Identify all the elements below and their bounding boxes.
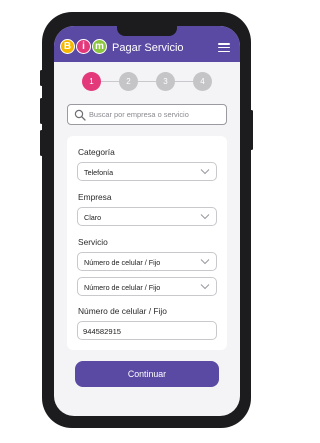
categoria-value: Telefonía [84,168,114,177]
search-box[interactable] [67,104,227,125]
step-2: 2 [119,72,138,91]
phone-volume-down-button [40,130,43,156]
page-title: Pagar Servicio [112,42,184,54]
bim-logo: B i m [60,39,107,55]
empresa-label: Empresa [78,192,112,202]
empresa-value: Claro [84,213,102,222]
logo-letter-m: m [92,39,107,54]
phone-volume-up-button [40,98,43,124]
categoria-select[interactable]: Telefonía [77,162,217,181]
empresa-select[interactable]: Claro [77,207,217,226]
search-icon [74,109,86,121]
app-screen: B i m Pagar Servicio 1 2 3 4 Categoría T… [54,26,240,416]
servicio-label: Servicio [78,237,108,247]
phone-notch [117,26,177,36]
stepper-line [92,81,202,82]
step-1: 1 [82,72,101,91]
step-3: 3 [156,72,175,91]
numero-field[interactable] [77,321,217,340]
chevron-down-icon [200,214,210,220]
chevron-down-icon [200,284,210,290]
logo-letter-i: i [76,39,91,54]
servicio-select[interactable]: Número de celular / Fijo [77,252,217,271]
logo-letter-b: B [60,39,75,54]
categoria-label: Categoría [78,147,115,157]
form-card: Categoría Telefonía Empresa Claro Servic… [67,136,227,350]
servicio-value: Número de celular / Fijo [84,258,161,267]
hamburger-icon[interactable] [218,43,230,53]
chevron-down-icon [200,169,210,175]
phone-side-button [40,70,43,86]
step-4: 4 [193,72,212,91]
stepper: 1 2 3 4 [82,72,212,92]
continuar-button[interactable]: Continuar [75,361,219,387]
phone-power-button [250,110,253,150]
chevron-down-icon [200,259,210,265]
tipo-servicio-value: Número de celular / Fijo [84,283,161,292]
tipo-servicio-select[interactable]: Número de celular / Fijo [77,277,217,296]
numero-input[interactable] [83,325,211,337]
numero-label: Número de celular / Fijo [78,306,167,316]
search-input[interactable] [89,106,223,123]
